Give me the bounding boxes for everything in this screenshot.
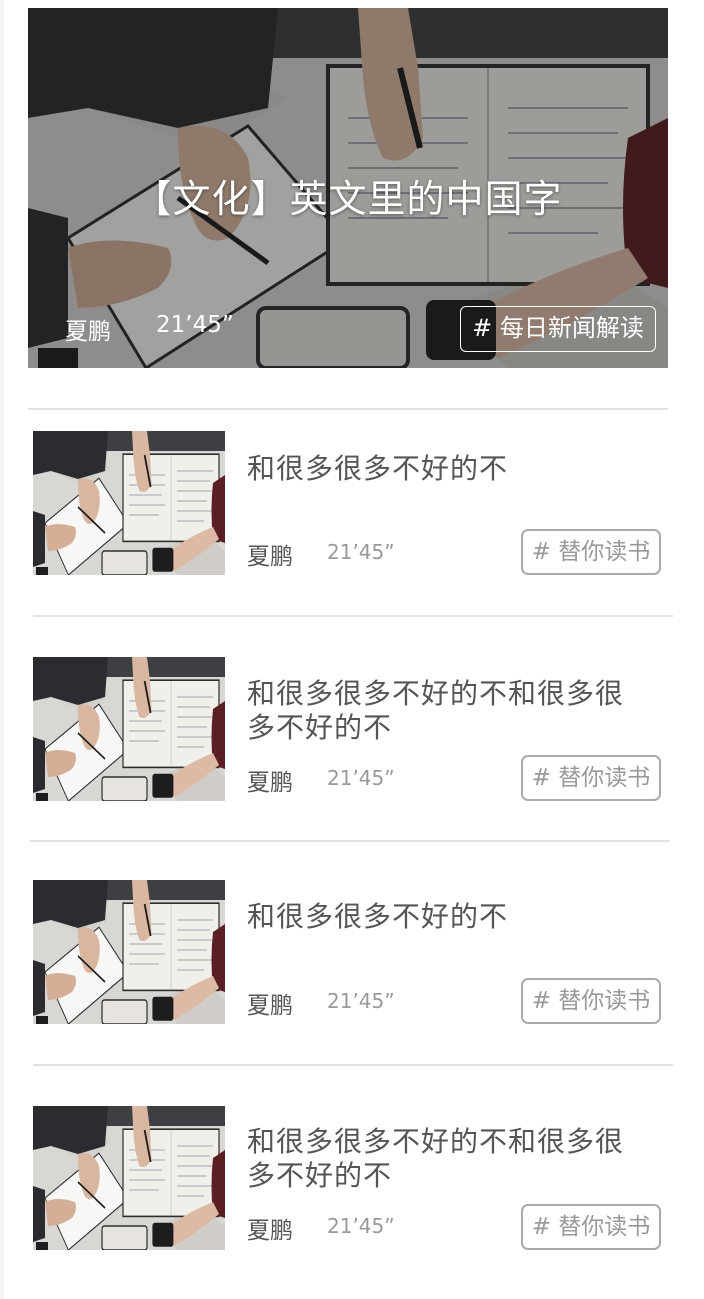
item-duration: 21’45” [327,1214,395,1238]
featured-tag-button[interactable]: # 每日新闻解读 [460,306,656,352]
item-author: 夏鹏 [247,544,293,570]
article-list-page: 【文化】英文里的中国字 夏鹏 21’45” # 每日新闻解读 和很多很多不好的不… [0,0,704,1299]
divider [30,840,670,842]
item-author: 夏鹏 [247,770,293,796]
item-thumbnail [33,657,225,801]
item-duration: 21’45” [327,766,395,790]
item-title: 和很多很多不好的不和很多很多不好的不 [247,1125,625,1192]
item-tag-button[interactable]: # 替你读书 [521,755,661,801]
divider [28,408,668,410]
divider [33,615,673,617]
item-thumbnail [33,431,225,575]
featured-author: 夏鹏 [65,319,111,345]
item-title: 和很多很多不好的不 [247,900,509,933]
divider [33,1064,673,1066]
item-author: 夏鹏 [247,993,293,1019]
item-tag-button[interactable]: # 替你读书 [521,529,661,575]
item-thumbnail [33,880,225,1024]
left-edge-shade [0,0,4,1299]
item-duration: 21’45” [327,989,395,1013]
item-tag-button[interactable]: # 替你读书 [521,1204,661,1250]
item-thumbnail [33,1106,225,1250]
item-title: 和很多很多不好的不和很多很多不好的不 [247,677,625,744]
item-title: 和很多很多不好的不 [247,452,509,485]
item-author: 夏鹏 [247,1218,293,1244]
featured-duration: 21’45” [156,312,234,338]
item-duration: 21’45” [327,540,395,564]
item-tag-button[interactable]: # 替你读书 [521,978,661,1024]
featured-article-card[interactable]: 【文化】英文里的中国字 夏鹏 21’45” # 每日新闻解读 [28,8,668,368]
featured-title: 【文化】英文里的中国字 [133,177,563,221]
